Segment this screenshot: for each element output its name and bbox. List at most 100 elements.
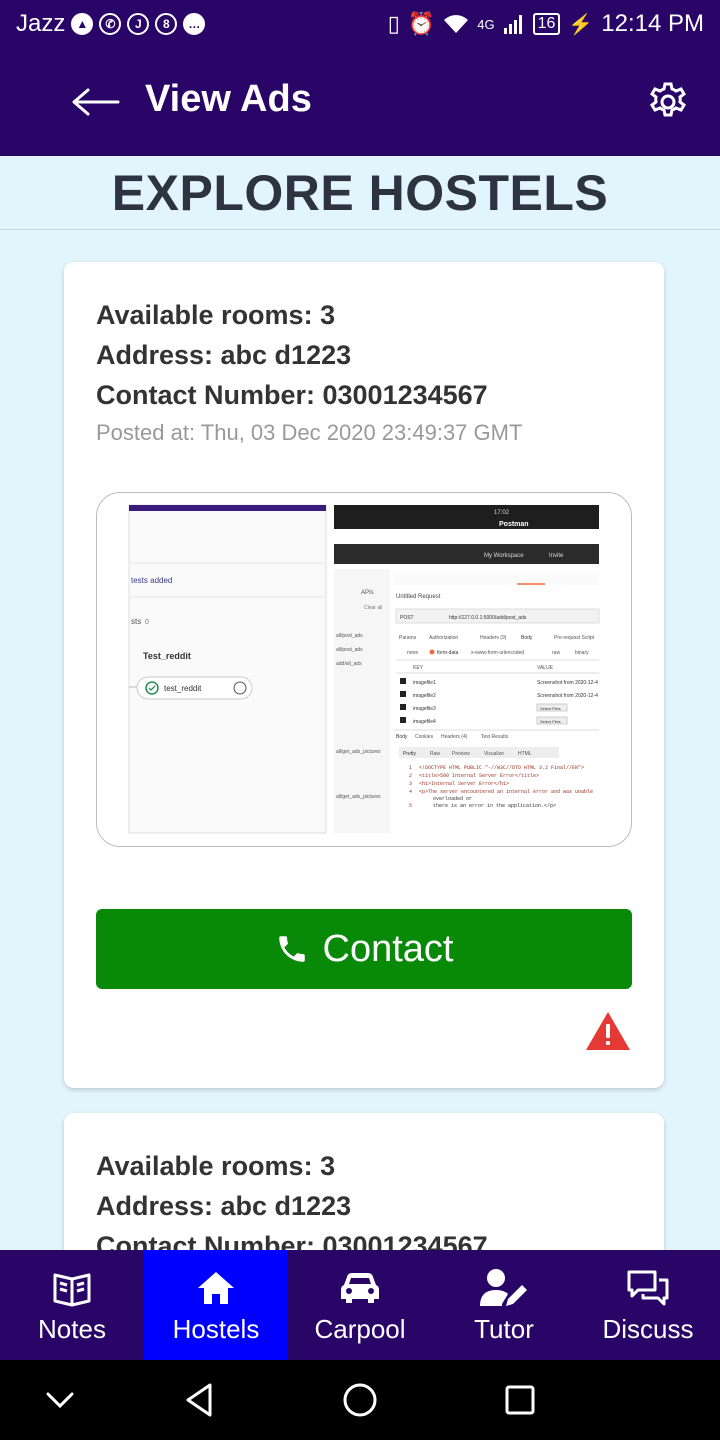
screenshot-request-title: Untitled Request	[396, 594, 441, 600]
gear-icon	[650, 82, 686, 117]
screenshot-row-value: Screenshot from 2020-12-4	[537, 680, 598, 686]
message-icon: …	[183, 13, 206, 35]
screenshot-response-tab: Test Results	[481, 734, 509, 740]
comments-icon	[627, 1270, 669, 1305]
system-recents-button[interactable]	[500, 1380, 540, 1420]
screenshot-workspace: My Workspace	[484, 553, 524, 559]
screenshot-code-line: <h1>Internal Server Error</h1>	[419, 781, 509, 787]
triangle-back-icon	[186, 1383, 212, 1417]
system-home-button[interactable]	[340, 1380, 380, 1420]
posted-at: Posted at: Thu, 03 Dec 2020 23:49:37 GMT	[96, 420, 523, 445]
app-bar: View Ads	[0, 48, 720, 156]
screenshot-row-key: imagefile3	[413, 706, 436, 712]
battery-icon: 16	[532, 13, 561, 35]
nav-label: Tutor	[474, 1313, 534, 1344]
svg-text:3: 3	[409, 781, 412, 787]
nav-item-hostels[interactable]: Hostels	[144, 1250, 288, 1360]
screenshot-view-mode: Pretty	[403, 751, 417, 757]
screenshot-sidebar-item: all/post_ads	[336, 647, 363, 653]
nav-label: Hostels	[172, 1313, 260, 1344]
phone-icon	[278, 936, 305, 962]
status-bar: Jazz ▲ ✆ J 8 … ▯ ⏰ 4G 16 ⚡ 12:14 PM	[0, 0, 720, 48]
screenshot-tab: Body	[521, 635, 533, 641]
back-button[interactable]	[68, 82, 124, 122]
contact-number: Contact Number: 03001234567	[96, 380, 488, 410]
user-edit-icon	[480, 1268, 527, 1306]
signal-icon	[503, 15, 522, 34]
contact-button[interactable]: Contact	[96, 909, 632, 989]
vibrate-icon: ▯	[387, 11, 400, 36]
screenshot-tests-count: 0	[145, 619, 149, 626]
screenshot-tab: Params	[399, 635, 417, 641]
address: Address: abc d1223	[96, 340, 352, 370]
screenshot-code-line: <!DOCTYPE HTML PUBLIC "-//W3C//DTD HTML …	[419, 765, 584, 771]
app-notification-icon: ▲	[71, 13, 94, 35]
chevron-down-icon	[46, 1392, 74, 1409]
screenshot-row-value: Select Files	[540, 719, 561, 724]
svg-text:5: 5	[409, 803, 412, 809]
screenshot-body-type: raw	[552, 650, 560, 656]
screenshot-code-line: overloaded or	[433, 796, 472, 802]
nav-item-carpool[interactable]: Carpool	[288, 1250, 432, 1360]
screenshot-invite: Invite	[549, 553, 564, 559]
screenshot-view-mode: Preview	[452, 751, 470, 757]
eight-ball-icon: 8	[155, 13, 178, 35]
svg-text:2: 2	[409, 773, 412, 779]
svg-text:4: 4	[409, 789, 412, 795]
screenshot-sidebar-item: all/post_ads	[336, 633, 363, 639]
clock: 12:14 PM	[601, 10, 704, 37]
jazz-app-icon: J	[127, 13, 150, 35]
screenshot-body-type: binary	[575, 650, 589, 656]
screenshot-body-type: x-www-form-urlencoded	[471, 650, 524, 656]
screenshot-sidebar-item: all/get_ads_pictures	[336, 794, 381, 800]
screenshot-tab: Headers (9)	[480, 635, 507, 641]
address: Address: abc d1223	[96, 1191, 352, 1221]
hide-keyboard-button[interactable]	[40, 1380, 80, 1420]
screenshot-sidebar-item: all/get_ads_pictures	[336, 749, 381, 755]
alarm-icon: ⏰	[407, 11, 436, 36]
ad-card: Available rooms: 3 Address: abc d1223 Co…	[64, 262, 664, 1088]
screenshot-suite: Test_reddit	[143, 651, 191, 661]
report-button[interactable]	[584, 1010, 632, 1052]
bottom-nav: Notes Hostels Carpool Tutor Discuss	[0, 1250, 720, 1360]
screenshot-row-value: Select Files	[540, 706, 561, 711]
screenshot-tab: Authorization	[429, 635, 458, 641]
page-title: EXPLORE HOSTELS	[111, 164, 609, 221]
available-rooms: Available rooms: 3	[96, 300, 336, 330]
whatsapp-icon: ✆	[99, 13, 122, 35]
ad-image[interactable]: tests added sts 0 Test_reddit test_reddi…	[96, 492, 632, 847]
warning-icon	[586, 1012, 630, 1050]
nav-label: Notes	[38, 1313, 106, 1344]
screenshot-sidebar-item: APIs	[361, 590, 374, 596]
carrier-label: Jazz	[16, 10, 66, 37]
screenshot-column: VALUE	[537, 665, 554, 671]
screenshot-body-type: form-data	[437, 650, 459, 656]
screenshot-code-line: <title>500 Internal Server Error</title>	[419, 773, 539, 779]
ad-screenshot: tests added sts 0 Test_reddit test_reddi…	[128, 504, 600, 834]
nav-item-discuss[interactable]: Discuss	[576, 1250, 720, 1360]
screenshot-test: test_reddit	[164, 684, 202, 693]
screenshot-window-title: Postman	[499, 521, 529, 528]
screenshot-tests-added: tests added	[131, 576, 172, 585]
screenshot-response-tab: Headers (4)	[441, 734, 468, 740]
page-header: EXPLORE HOSTELS	[0, 156, 720, 230]
nav-item-notes[interactable]: Notes	[0, 1250, 144, 1360]
nav-label: Discuss	[602, 1313, 694, 1344]
car-icon	[341, 1272, 379, 1303]
charging-icon: ⚡	[568, 13, 594, 36]
system-navigation-bar	[0, 1360, 720, 1440]
screenshot-view-mode: Visualize	[484, 751, 504, 757]
screenshot-row-key: imagefile1	[413, 680, 436, 686]
screenshot-code-line: there is an error in the application.</p…	[433, 803, 556, 809]
system-back-button[interactable]	[180, 1380, 220, 1420]
settings-button[interactable]	[646, 80, 690, 124]
screenshot-tests: sts	[131, 617, 141, 626]
circle-home-icon	[343, 1383, 377, 1417]
screenshot-sidebar-item: Clear all	[364, 605, 382, 611]
nav-item-tutor[interactable]: Tutor	[432, 1250, 576, 1360]
contact-label: Contact	[322, 927, 454, 970]
battery-level: 16	[537, 15, 556, 32]
screenshot-view-mode: Raw	[430, 751, 440, 757]
screenshot-body-type: none	[407, 650, 418, 656]
screenshot-row-key: imagefile2	[413, 693, 436, 699]
